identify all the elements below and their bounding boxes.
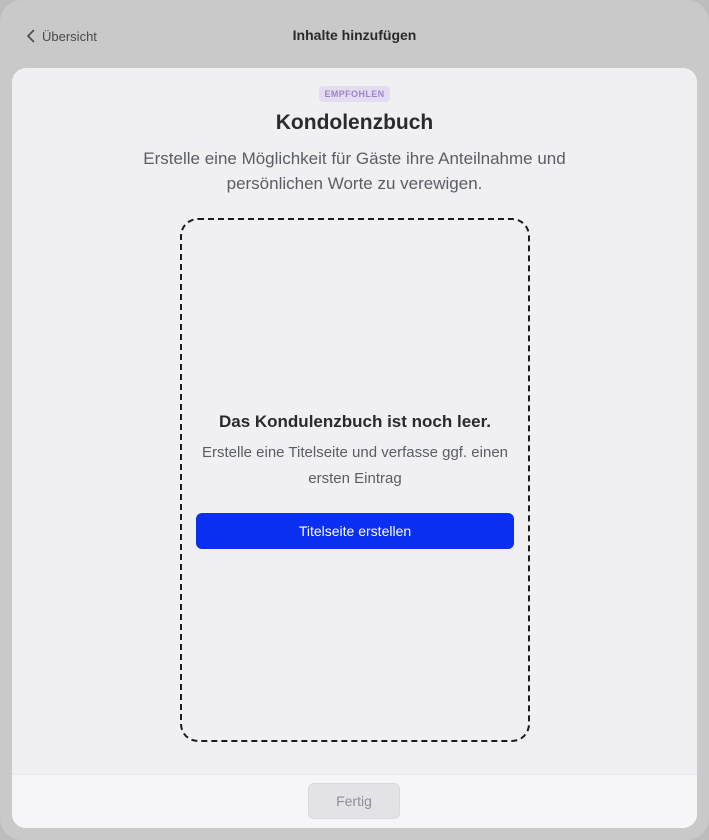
app-window: Übersicht Inhalte hinzufügen EMPFOHLEN K…: [0, 0, 709, 840]
done-button[interactable]: Fertig: [308, 783, 400, 819]
recommended-badge: EMPFOHLEN: [319, 86, 390, 102]
page-title: Inhalte hinzufügen: [292, 27, 417, 43]
empty-state-title: Das Kondulenzbuch ist noch leer.: [218, 412, 492, 431]
footer-bar: Fertig: [12, 774, 697, 828]
top-bar: Übersicht Inhalte hinzufügen: [0, 0, 709, 68]
section-title: Kondolenzbuch: [275, 111, 434, 134]
badge-row: EMPFOHLEN: [12, 84, 697, 102]
section-subtitle: Erstelle eine Möglichkeit für Gäste ihre…: [143, 149, 566, 193]
empty-guestbook-dropzone: Das Kondulenzbuch ist noch leer. Erstell…: [180, 218, 530, 742]
content-sheet: EMPFOHLEN Kondolenzbuch Erstelle eine Mö…: [12, 68, 697, 828]
empty-state-description: Erstelle eine Titelseite und verfasse gg…: [201, 444, 508, 487]
create-title-page-button[interactable]: Titelseite erstellen: [196, 513, 514, 549]
